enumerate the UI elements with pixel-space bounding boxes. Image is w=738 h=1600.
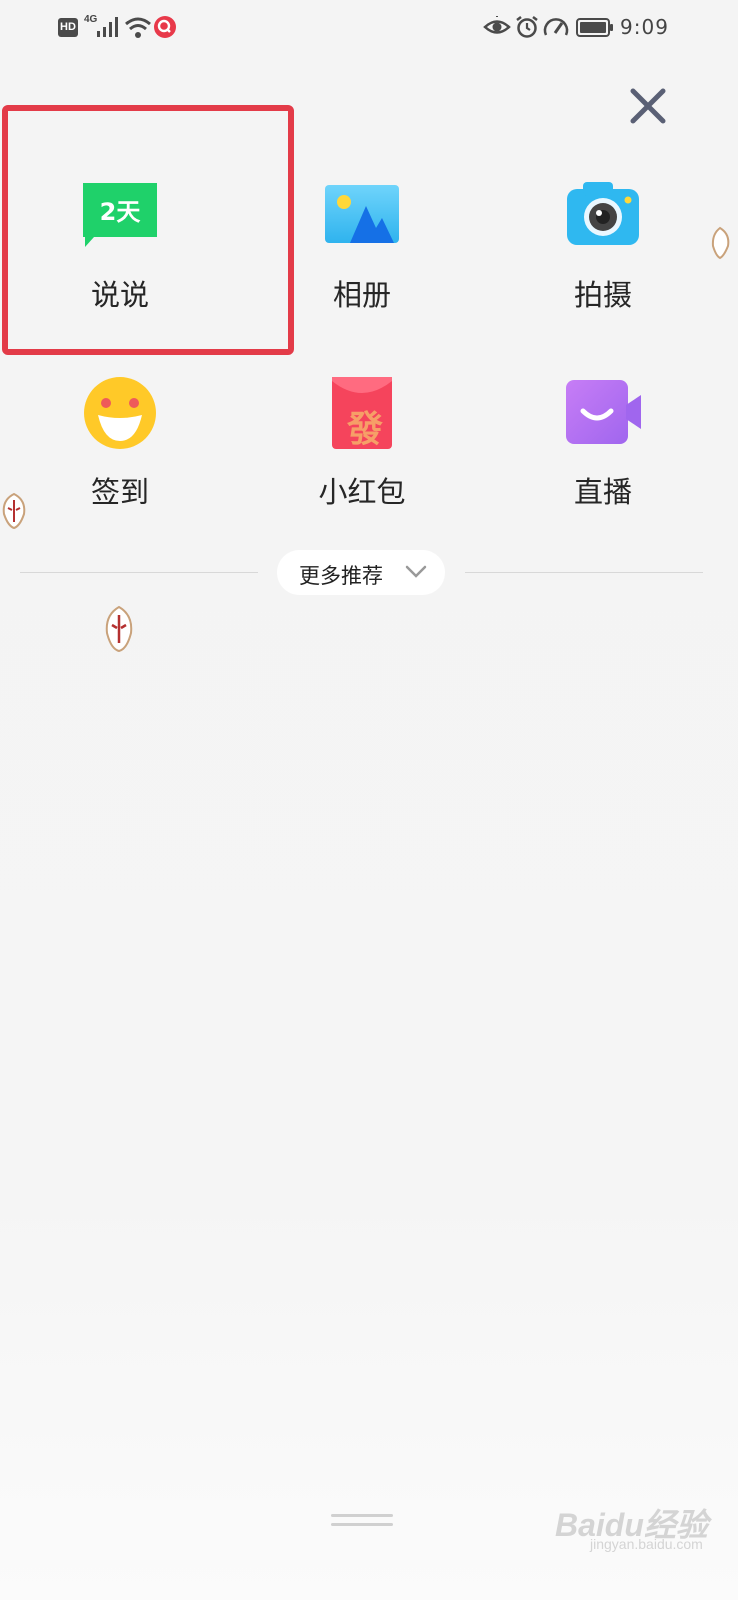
battery-icon [576,18,613,37]
live-button[interactable]: 直播 [523,377,683,537]
checkin-icon [84,377,156,449]
speed-icon [543,18,569,36]
tile-label-shuoshuo: 说说 [90,278,149,312]
tile-label-checkin: 签到 [90,475,149,509]
watermark-url: jingyan.baidu.com [590,1536,703,1552]
tile-label-live: 直播 [573,475,632,509]
album-icon [325,185,399,243]
more-recommendations-label: 更多推荐 [299,564,383,588]
drag-handle[interactable] [331,1512,393,1528]
alarm-icon [516,16,538,38]
app-notification-icon [154,16,176,38]
more-recommendations-button[interactable]: 更多推荐 [277,550,445,595]
status-bar: HD 4G 9:09 [0,0,738,56]
decorative-mask-icon [711,226,730,260]
shuoshuo-icon: 2天 [83,183,157,247]
checkin-button[interactable]: 签到 [40,377,200,537]
tile-label-red-packet: 小红包 [318,475,406,509]
hd-icon: HD [58,18,78,37]
decorative-mask-icon [105,605,133,653]
live-video-icon [566,380,641,444]
album-button[interactable]: 相册 [282,180,442,340]
red-packet-button[interactable]: 發 小红包 [282,377,442,537]
red-packet-icon: 發 [332,377,392,450]
shuoshuo-badge-text: 2天 [100,198,141,226]
eye-comfort-icon [483,16,511,34]
camera-button[interactable]: 拍摄 [523,180,683,340]
signal-icon [97,17,118,37]
wifi-icon [125,17,151,38]
camera-icon [567,182,639,245]
clock-time: 9:09 [620,15,669,39]
tile-label-album: 相册 [332,278,391,312]
close-icon[interactable] [628,86,668,126]
shuoshuo-button[interactable]: 2天 说说 [40,180,200,340]
divider-left [20,572,258,573]
svg-text:發: 發 [346,409,383,450]
divider-right [465,572,703,573]
tile-label-camera: 拍摄 [573,278,632,312]
chevron-down-icon [405,565,427,578]
decorative-mask-icon [2,492,26,530]
